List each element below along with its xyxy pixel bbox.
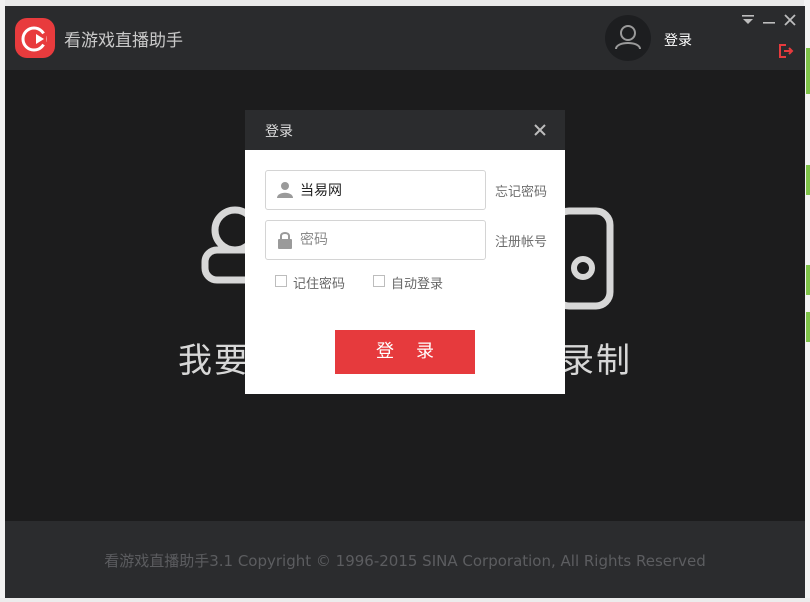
dialog-title: 登录 (265, 124, 293, 140)
minimize-icon[interactable] (761, 12, 777, 28)
username-field[interactable] (265, 170, 486, 210)
app-logo-icon (15, 18, 55, 58)
app-title: 看游戏直播助手 (64, 31, 183, 51)
hero-record-label[interactable]: 录制 (560, 333, 632, 382)
lock-icon (278, 232, 292, 249)
password-field[interactable] (265, 220, 486, 260)
background-green-marker (806, 312, 810, 342)
login-submit-button[interactable]: 登录 (335, 330, 475, 374)
hero-watch-label[interactable]: 我要 (178, 333, 250, 382)
forgot-password-link[interactable]: 忘记密码 (495, 181, 547, 200)
auto-login-box[interactable] (373, 275, 385, 287)
copyright-text: 看游戏直播助手3.1 Copyright © 1996-2015 SINA Co… (104, 552, 706, 570)
background-green-marker (806, 48, 810, 94)
login-link[interactable]: 登录 (664, 30, 692, 50)
exit-icon[interactable] (777, 42, 795, 60)
login-dialog: 登录 忘记密码 注册帐号 记住密码 自动登录 登录 (245, 110, 565, 394)
username-input[interactable] (300, 179, 475, 201)
dropdown-icon[interactable] (740, 12, 756, 28)
avatar[interactable] (605, 15, 651, 61)
background-desktop-bottom (0, 598, 810, 602)
footer: 看游戏直播助手3.1 Copyright © 1996-2015 SINA Co… (5, 521, 805, 598)
close-icon[interactable] (782, 12, 798, 28)
background-green-marker (806, 165, 810, 195)
background-green-marker (806, 265, 810, 295)
title-bar: 看游戏直播助手 登录 (5, 6, 805, 70)
dialog-header: 登录 (245, 110, 565, 150)
password-input[interactable] (300, 229, 475, 251)
user-icon (277, 182, 293, 198)
register-link[interactable]: 注册帐号 (495, 231, 547, 250)
remember-password-box[interactable] (275, 275, 287, 287)
dialog-close-icon[interactable] (532, 122, 548, 138)
auto-login-label: 自动登录 (391, 277, 444, 292)
remember-password-label: 记住密码 (293, 277, 346, 292)
